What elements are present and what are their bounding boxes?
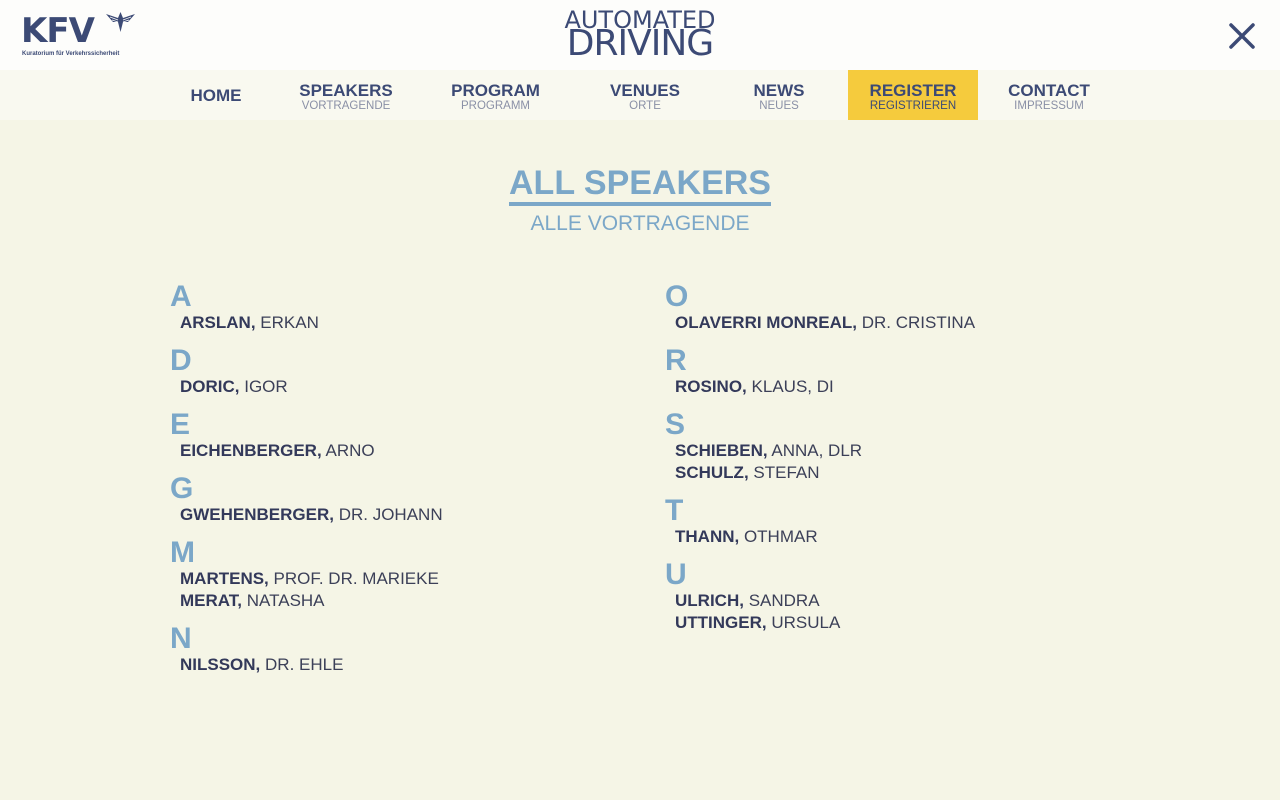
- speaker-last-name: SCHIEBEN,: [675, 441, 768, 460]
- letter-group: M MARTENS, PROF. DR. MARIEKE MERAT, NATA…: [170, 538, 630, 612]
- letter-group: A ARSLAN, ERKAN: [170, 282, 630, 334]
- close-button[interactable]: [1224, 18, 1260, 54]
- speaker-last-name: UTTINGER,: [675, 613, 767, 632]
- nav-label: REGISTER: [869, 81, 957, 100]
- letter-group: E EICHENBERGER, ARNO: [170, 410, 630, 462]
- speaker-link[interactable]: SCHIEBEN, ANNA, DLR: [665, 440, 1125, 462]
- speaker-first-name: DR. CRISTINA: [861, 313, 976, 332]
- letter-group: O OLAVERRI MONREAL, DR. CRISTINA: [665, 282, 1125, 334]
- letter-heading: G: [170, 472, 194, 505]
- brand-line-2: DRIVING: [566, 23, 714, 64]
- speaker-first-name: PROF. DR. MARIEKE: [273, 569, 439, 588]
- letter-group: R ROSINO, KLAUS, DI: [665, 346, 1125, 398]
- nav-label: CONTACT: [1008, 81, 1090, 100]
- kfv-logo-text: KFV: [21, 11, 95, 51]
- page-title: ALL SPEAKERS: [509, 164, 771, 206]
- nav-label: PROGRAM: [451, 81, 540, 100]
- nav-item-program[interactable]: PROGRAM PROGRAMM: [430, 70, 561, 120]
- nav-sublabel: IMPRESSUM: [1014, 100, 1084, 112]
- speaker-link[interactable]: MERAT, NATASHA: [170, 590, 630, 612]
- nav-sublabel: NEUES: [759, 100, 799, 112]
- speaker-first-name: ANNA, DLR: [771, 441, 863, 460]
- letter-group: T THANN, OTHMAR: [665, 496, 1125, 548]
- speaker-last-name: SCHULZ,: [675, 463, 749, 482]
- nav-label: HOME: [190, 86, 242, 105]
- speaker-last-name: ROSINO,: [675, 377, 747, 396]
- speaker-last-name: ARSLAN,: [180, 313, 256, 332]
- speaker-last-name: MERAT,: [180, 591, 243, 610]
- letter-heading: S: [665, 408, 686, 441]
- kfv-tagline: Kuratorium für Verkehrssicherheit: [22, 51, 120, 57]
- nav-label: SPEAKERS: [299, 81, 393, 100]
- speaker-first-name: DR. JOHANN: [338, 505, 443, 524]
- nav-item-home[interactable]: HOME: [166, 70, 266, 120]
- letter-heading: D: [170, 344, 192, 377]
- site-header: KFV Kuratorium für Verkehrssicherheit AU…: [0, 0, 1280, 70]
- speaker-link[interactable]: GWEHENBERGER, DR. JOHANN: [170, 504, 630, 526]
- speaker-last-name: EICHENBERGER,: [180, 441, 322, 460]
- speaker-first-name: URSULA: [771, 613, 841, 632]
- letter-heading: T: [665, 494, 684, 527]
- letter-heading: R: [665, 344, 687, 377]
- nav-item-venues[interactable]: VENUES ORTE: [580, 70, 710, 120]
- letter-group: N NILSSON, DR. EHLE: [170, 624, 630, 676]
- speaker-link[interactable]: EICHENBERGER, ARNO: [170, 440, 630, 462]
- speaker-link[interactable]: ROSINO, KLAUS, DI: [665, 376, 1125, 398]
- letter-group: D DORIC, IGOR: [170, 346, 630, 398]
- speaker-link[interactable]: NILSSON, DR. EHLE: [170, 654, 630, 676]
- nav-sublabel: VORTRAGENDE: [301, 100, 391, 112]
- letter-heading: O: [665, 280, 689, 313]
- nav-item-news[interactable]: NEWS NEUES: [729, 70, 829, 120]
- kfv-logo[interactable]: KFV Kuratorium für Verkehrssicherheit: [21, 12, 136, 60]
- speaker-first-name: IGOR: [244, 377, 288, 396]
- speaker-last-name: OLAVERRI MONREAL,: [675, 313, 857, 332]
- speaker-link[interactable]: DORIC, IGOR: [170, 376, 630, 398]
- nav-sublabel: ORTE: [629, 100, 661, 112]
- speaker-last-name: DORIC,: [180, 377, 240, 396]
- speaker-first-name: ERKAN: [260, 313, 319, 332]
- speakers-column-left: A ARSLAN, ERKAN D DORIC, IGOR E EICHENBE…: [170, 282, 630, 688]
- main-navigation: HOME SPEAKERS VORTRAGENDE PROGRAM PROGRA…: [0, 70, 1280, 120]
- letter-group: U ULRICH, SANDRA UTTINGER, URSULA: [665, 560, 1125, 634]
- nav-sublabel: PROGRAMM: [461, 100, 530, 112]
- automated-driving-logo[interactable]: AUTOMATED DRIVING: [540, 8, 740, 64]
- speaker-link[interactable]: OLAVERRI MONREAL, DR. CRISTINA: [665, 312, 1125, 334]
- nav-label: VENUES: [610, 81, 680, 100]
- nav-label: NEWS: [753, 81, 805, 100]
- letter-heading: M: [170, 536, 195, 569]
- page-subtitle: ALLE VORTRAGENDE: [530, 212, 750, 235]
- letter-heading: E: [170, 408, 191, 441]
- speaker-last-name: ULRICH,: [675, 591, 744, 610]
- speaker-link[interactable]: SCHULZ, STEFAN: [665, 462, 1125, 484]
- letter-heading: N: [170, 622, 192, 655]
- speaker-last-name: GWEHENBERGER,: [180, 505, 334, 524]
- speaker-last-name: MARTENS,: [180, 569, 269, 588]
- speaker-first-name: DR. EHLE: [265, 655, 344, 674]
- speaker-link[interactable]: MARTENS, PROF. DR. MARIEKE: [170, 568, 630, 590]
- speaker-link[interactable]: UTTINGER, URSULA: [665, 612, 1125, 634]
- nav-item-speakers[interactable]: SPEAKERS VORTRAGENDE: [286, 70, 406, 120]
- speaker-link[interactable]: ULRICH, SANDRA: [665, 590, 1125, 612]
- speaker-first-name: OTHMAR: [743, 527, 818, 546]
- speaker-last-name: THANN,: [675, 527, 740, 546]
- page-heading: ALL SPEAKERS ALLE VORTRAGENDE: [440, 164, 840, 237]
- speaker-link[interactable]: THANN, OTHMAR: [665, 526, 1125, 548]
- speaker-first-name: SANDRA: [748, 591, 820, 610]
- speaker-first-name: KLAUS, DI: [751, 377, 834, 396]
- speaker-first-name: NATASHA: [246, 591, 325, 610]
- speaker-first-name: ARNO: [325, 441, 375, 460]
- eagle-icon: [106, 12, 135, 32]
- nav-item-contact[interactable]: CONTACT IMPRESSUM: [994, 70, 1104, 120]
- nav-sublabel: REGISTRIEREN: [869, 100, 957, 112]
- speaker-link[interactable]: ARSLAN, ERKAN: [170, 312, 630, 334]
- speakers-column-right: O OLAVERRI MONREAL, DR. CRISTINA R ROSIN…: [665, 282, 1125, 646]
- speaker-first-name: STEFAN: [753, 463, 820, 482]
- letter-group: G GWEHENBERGER, DR. JOHANN: [170, 474, 630, 526]
- nav-item-register[interactable]: REGISTER REGISTRIEREN: [848, 70, 978, 120]
- letter-heading: A: [170, 280, 192, 313]
- letter-heading: U: [665, 558, 687, 591]
- close-icon: [1229, 23, 1255, 49]
- letter-group: S SCHIEBEN, ANNA, DLR SCHULZ, STEFAN: [665, 410, 1125, 484]
- speaker-last-name: NILSSON,: [180, 655, 261, 674]
